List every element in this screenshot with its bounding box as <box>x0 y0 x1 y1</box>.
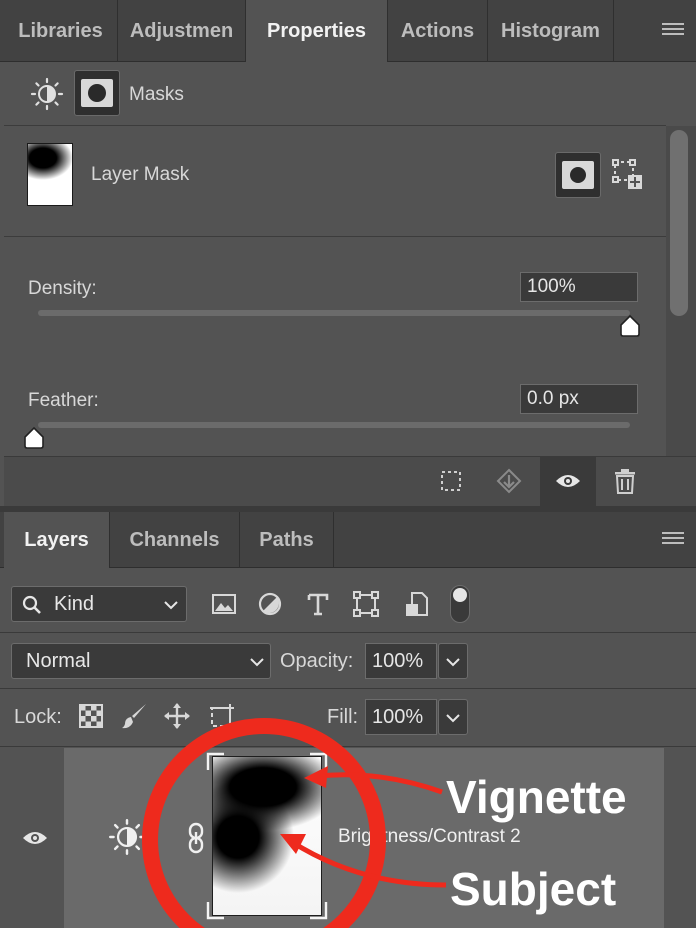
add-vector-mask-icon[interactable] <box>612 158 644 192</box>
blend-mode-select[interactable]: Normal <box>11 643 271 679</box>
divider <box>4 125 666 126</box>
trash-icon[interactable] <box>613 468 637 494</box>
tab-paths[interactable]: Paths <box>240 512 334 568</box>
search-icon <box>22 595 41 614</box>
filter-kind-label: Kind <box>54 593 95 615</box>
view-mask-toggle[interactable] <box>540 457 596 506</box>
subject-annotation: Subject <box>450 863 617 915</box>
opacity-label: Opacity: <box>280 650 354 672</box>
properties-scrollbar-thumb[interactable] <box>670 130 688 316</box>
tab-actions[interactable]: Actions <box>388 0 488 62</box>
mask-icon <box>81 79 113 107</box>
vignette-annotation: Vignette <box>446 771 627 823</box>
shape-layer-filter-icon[interactable] <box>352 590 380 618</box>
chevron-down-icon <box>250 658 264 667</box>
select-mask-button[interactable] <box>555 152 601 198</box>
tab-histogram[interactable]: Histogram <box>488 0 614 62</box>
chevron-down-icon <box>446 658 460 667</box>
opacity-dropdown-button[interactable] <box>438 643 468 679</box>
annotation-circle <box>142 718 386 928</box>
feather-field[interactable]: 0.0 px <box>520 384 638 414</box>
density-field[interactable]: 100% <box>520 272 638 302</box>
apply-mask-icon[interactable] <box>495 467 523 495</box>
tab-adjustments[interactable]: Adjustmen <box>118 0 246 62</box>
feather-slider-track[interactable] <box>38 422 630 428</box>
tab-layers[interactable]: Layers <box>4 512 110 568</box>
feather-slider-handle[interactable] <box>22 426 46 450</box>
tab-libraries[interactable]: Libraries <box>4 0 118 62</box>
mask-thumbnail[interactable] <box>27 143 73 206</box>
density-slider-track[interactable] <box>38 310 630 316</box>
adjustment-layer-filter-icon[interactable] <box>256 590 284 618</box>
brightness-icon[interactable] <box>30 77 64 111</box>
layers-tab-bar: Layers Channels Paths <box>0 512 696 568</box>
pixel-layer-filter-icon[interactable] <box>210 590 238 618</box>
mask-icon <box>562 161 594 189</box>
feather-label: Feather: <box>28 390 99 411</box>
tab-properties[interactable]: Properties <box>246 0 388 62</box>
masks-section-label: Masks <box>129 84 184 105</box>
vignette-arrow <box>317 772 443 795</box>
filter-kind-select[interactable]: Kind <box>11 586 187 622</box>
chevron-down-icon <box>164 601 178 610</box>
divider <box>0 688 696 689</box>
tab-channels[interactable]: Channels <box>110 512 240 568</box>
smart-object-filter-icon[interactable] <box>402 590 430 618</box>
filter-toggle-switch[interactable] <box>450 585 470 623</box>
divider <box>0 632 696 633</box>
pixel-mask-button[interactable] <box>74 70 120 116</box>
properties-tab-bar: Libraries Adjustmen Properties Actions H… <box>0 0 696 62</box>
density-label: Density: <box>28 278 97 299</box>
panel-menu-icon[interactable] <box>662 23 684 39</box>
eye-icon <box>556 475 580 487</box>
blend-mode-value: Normal <box>26 650 91 672</box>
load-selection-icon[interactable] <box>440 470 462 492</box>
divider <box>4 236 666 237</box>
opacity-field[interactable]: 100% <box>365 643 437 679</box>
layers-menu-icon[interactable] <box>662 532 684 548</box>
density-slider-handle[interactable] <box>618 314 642 338</box>
type-layer-filter-icon[interactable] <box>304 590 332 618</box>
layer-mask-title: Layer Mask <box>91 164 190 185</box>
